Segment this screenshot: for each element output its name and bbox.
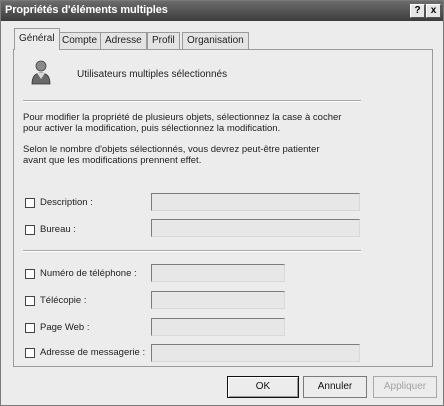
telephone-checkbox[interactable]: [25, 269, 35, 279]
description-checkbox[interactable]: [25, 198, 35, 208]
telecopie-field[interactable]: [151, 291, 285, 309]
info-line: avant que les modifications prennent eff…: [23, 155, 202, 166]
bureau-checkbox[interactable]: [25, 225, 35, 235]
tab-organisation[interactable]: Organisation: [182, 32, 249, 49]
separator: [23, 100, 361, 102]
description-field[interactable]: [151, 193, 360, 211]
description-label: Description :: [40, 197, 93, 208]
info-line: Selon le nombre d'objets sélectionnés, v…: [23, 144, 320, 155]
telecopie-checkbox[interactable]: [25, 296, 35, 306]
tab-compte[interactable]: Compte: [57, 32, 103, 49]
info-line: Pour modifier la propriété de plusieurs …: [23, 112, 342, 123]
window-title: Propriétés d'éléments multiples: [5, 4, 168, 16]
ok-button[interactable]: OK: [227, 376, 299, 398]
telephone-label: Numéro de téléphone :: [40, 268, 137, 279]
telephone-field[interactable]: [151, 264, 285, 282]
apply-button[interactable]: Appliquer: [373, 376, 437, 398]
properties-dialog: Propriétés d'éléments multiples ? x Géné…: [0, 0, 444, 406]
messagerie-field[interactable]: [151, 344, 360, 362]
info-line: pour activer la modification, puis sélec…: [23, 123, 281, 134]
page-web-label: Page Web :: [40, 322, 90, 333]
tab-adresse[interactable]: Adresse: [100, 32, 147, 49]
messagerie-label: Adresse de messagerie :: [40, 347, 146, 358]
title-bar[interactable]: Propriétés d'éléments multiples ? x: [1, 1, 443, 21]
bureau-label: Bureau :: [40, 224, 76, 235]
selection-summary: Utilisateurs multiples sélectionnés: [77, 69, 228, 80]
separator: [23, 250, 361, 252]
telecopie-label: Télécopie :: [40, 295, 87, 306]
messagerie-checkbox[interactable]: [25, 348, 35, 358]
page-web-field[interactable]: [151, 318, 285, 336]
info-paragraph-2: Selon le nombre d'objets sélectionnés, v…: [23, 144, 363, 166]
tab-profil[interactable]: Profil: [147, 32, 180, 49]
page-web-checkbox[interactable]: [25, 323, 35, 333]
close-button[interactable]: x: [426, 4, 441, 18]
users-icon: [31, 60, 51, 85]
tab-general[interactable]: Général: [14, 28, 60, 50]
help-button[interactable]: ?: [410, 4, 425, 18]
info-paragraph-1: Pour modifier la propriété de plusieurs …: [23, 112, 363, 134]
cancel-button[interactable]: Annuler: [303, 376, 367, 398]
bureau-field[interactable]: [151, 219, 360, 237]
